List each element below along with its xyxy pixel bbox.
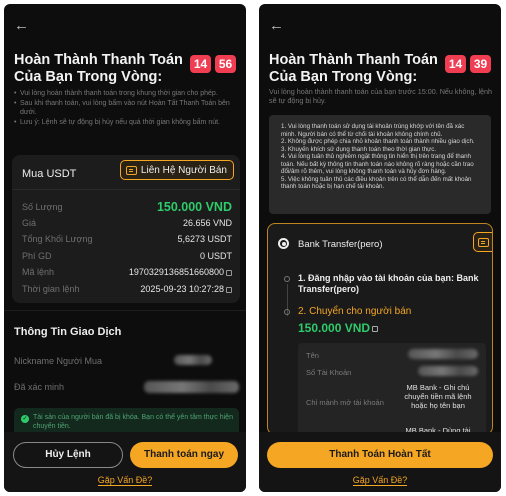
bottom-action-bar: Hủy Lệnh Thanh toán ngay Gặp Vấn Đề? bbox=[4, 432, 246, 492]
redacted-nickname bbox=[174, 355, 212, 365]
divider bbox=[12, 189, 240, 190]
trade-info-title: Thông Tin Giao Dịch bbox=[14, 326, 122, 338]
order-row: Giá 26.656 VND bbox=[22, 218, 232, 228]
timer-minutes: 14 bbox=[445, 55, 466, 73]
transfer-amount: 150.000 VND bbox=[298, 321, 371, 335]
order-card: Mua USDT Liên Hệ Người Bán Số Lượng 150.… bbox=[12, 155, 240, 303]
note-item: Lưu ý: Lệnh sẽ tự động bị hủy nếu quá th… bbox=[14, 118, 239, 127]
payment-method-card[interactable]: Bank Transfer(pero) 1. Đăng nhập vào tài… bbox=[267, 223, 493, 435]
payment-complete-button[interactable]: Thanh Toán Hoàn Tất bbox=[267, 442, 493, 468]
copy-icon[interactable] bbox=[372, 325, 379, 332]
right-screen: ← Hoàn Thành Thanh Toán Của Bạn Trong Vò… bbox=[259, 4, 501, 492]
timer-minutes: 14 bbox=[190, 55, 211, 73]
payment-deadline-note: Vui lòng hoàn thành thanh toán của bạn t… bbox=[269, 87, 493, 105]
arrow-left-icon[interactable]: ← bbox=[14, 17, 29, 34]
buyer-nickname-label: Nickname Người Mua bbox=[14, 356, 102, 366]
contact-seller-button[interactable]: Liên Hệ Người Bán bbox=[119, 160, 234, 180]
section-divider bbox=[4, 310, 246, 311]
rule-item: 2. Không được phép chia nhỏ khoản thanh … bbox=[281, 138, 475, 145]
order-row: Tổng Khối Lượng 5,6273 USDT bbox=[22, 234, 232, 244]
payment-notes: Vui lòng hoàn thành thanh toán trong khu… bbox=[14, 89, 239, 128]
countdown-timer: 14 39 bbox=[445, 55, 491, 73]
countdown-timer: 14 56 bbox=[190, 55, 236, 73]
method-radio[interactable] bbox=[278, 238, 289, 249]
rule-item: 4. Vui lòng tuân thủ nghiêm ngặt thông t… bbox=[281, 153, 474, 175]
arrow-left-icon[interactable]: ← bbox=[269, 17, 284, 34]
order-heading: Mua USDT bbox=[22, 168, 77, 180]
order-row: Số Lượng 150.000 VND bbox=[22, 200, 232, 214]
timer-seconds: 56 bbox=[215, 55, 236, 73]
seller-bank-details: Tên Số Tài Khoản Chỉ mành mở tài khoản M… bbox=[298, 343, 486, 434]
copy-icon[interactable] bbox=[226, 286, 232, 293]
check-icon: ✓ bbox=[21, 415, 29, 423]
step-transfer-label: 2. Chuyển cho người bán bbox=[298, 306, 412, 317]
note-item: Sau khi thanh toán, vui lòng bấm vào nút… bbox=[14, 99, 239, 117]
step-login: 1. Đăng nhập vào tài khoản của bạn: Bank… bbox=[298, 273, 479, 294]
cancel-order-button[interactable]: Hủy Lệnh bbox=[13, 442, 123, 468]
order-time: 2025-09-23 10:27:28 bbox=[140, 284, 224, 294]
verified-label: Đã xác minh bbox=[14, 382, 65, 392]
bottom-action-bar: Thanh Toán Hoàn Tất Gặp Vấn Đề? bbox=[259, 432, 501, 492]
step-dot bbox=[284, 309, 290, 315]
chat-icon bbox=[125, 165, 137, 175]
left-screen: ← Hoàn Thành Thanh Toán Của Bạn Trong Vò… bbox=[4, 4, 246, 492]
redacted-name bbox=[408, 349, 478, 359]
copy-icon[interactable] bbox=[226, 269, 232, 276]
contact-seller-label: Liên Hệ Người Bán bbox=[140, 164, 227, 176]
page-title: Hoàn Thành Thanh Toán Của Bạn Trong Vòng… bbox=[269, 52, 438, 85]
rule-item: 5. Việc không tuân thủ các điều khoản tr… bbox=[281, 175, 472, 191]
payment-rules: 1. Vui lòng thanh toán sử dụng tài khoản… bbox=[269, 115, 491, 214]
note-item: Vui lòng hoàn thành thanh toán trong khu… bbox=[14, 89, 239, 98]
method-name: Bank Transfer(pero) bbox=[298, 239, 383, 250]
page-title: Hoàn Thành Thanh Toán Của Bạn Trong Vòng… bbox=[14, 52, 183, 85]
redacted-name bbox=[144, 381, 239, 393]
order-row: Phí GD 0 USDT bbox=[22, 251, 232, 261]
order-row: Mã lệnh 1970329136851660800 bbox=[22, 267, 232, 277]
redacted-account bbox=[418, 366, 478, 376]
step-dot bbox=[284, 276, 290, 282]
order-row: Thời gian lệnh 2025-09-23 10:27:28 bbox=[22, 284, 232, 294]
rule-item: 3. Khuyến khích sử dụng thanh toán theo … bbox=[281, 145, 437, 153]
order-id: 1970329136851660800 bbox=[128, 267, 224, 277]
timer-seconds: 39 bbox=[470, 55, 491, 73]
chat-icon bbox=[477, 237, 489, 247]
chat-button[interactable] bbox=[473, 232, 492, 252]
pay-now-button[interactable]: Thanh toán ngay bbox=[130, 442, 238, 468]
rule-item: 1. Vui lòng thanh toán sử dụng tài khoản… bbox=[281, 123, 465, 138]
help-link[interactable]: Gặp Vấn Đề? bbox=[97, 475, 153, 486]
detail-value: MB Bank - Ghi chú chuyển tiền mã lệnh ho… bbox=[404, 383, 472, 410]
help-link[interactable]: Gặp Vấn Đề? bbox=[352, 475, 408, 486]
